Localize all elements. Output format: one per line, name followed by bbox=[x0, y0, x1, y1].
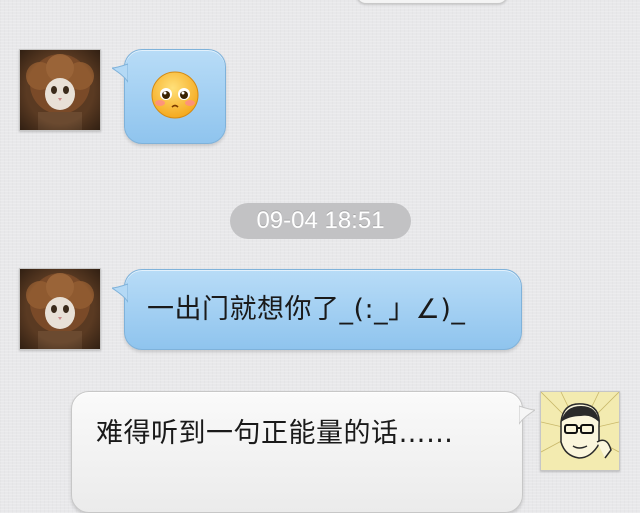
contact-avatar[interactable] bbox=[19, 49, 101, 131]
bubble-tail bbox=[112, 283, 128, 303]
incoming-text-bubble[interactable]: 一出门就想你了_(:_」∠)_ bbox=[112, 269, 522, 350]
cat-avatar-icon bbox=[20, 50, 100, 130]
message-text: 一出门就想你了_(:_」∠)_ bbox=[147, 294, 466, 325]
my-avatar[interactable] bbox=[540, 391, 620, 471]
cat-avatar-icon bbox=[20, 269, 100, 349]
bubble-tail bbox=[519, 405, 535, 425]
message-text: 难得听到一句正能量的话…… bbox=[96, 418, 454, 449]
outgoing-text-bubble[interactable]: 难得听到一句正能量的话…… bbox=[71, 391, 535, 513]
chat-thread: 09-04 18:51 一出门就想你了_(:_」∠)_ 难得听到一句正能量的话…… bbox=[0, 0, 640, 513]
blush-face-icon bbox=[151, 71, 199, 119]
incoming-emoji-bubble[interactable] bbox=[112, 49, 226, 144]
previous-message-bubble[interactable] bbox=[356, 0, 508, 4]
bubble-tail bbox=[112, 63, 128, 83]
timestamp-pill: 09-04 18:51 bbox=[230, 203, 411, 239]
contact-avatar[interactable] bbox=[19, 268, 101, 350]
glasses-man-avatar-icon bbox=[541, 392, 619, 470]
